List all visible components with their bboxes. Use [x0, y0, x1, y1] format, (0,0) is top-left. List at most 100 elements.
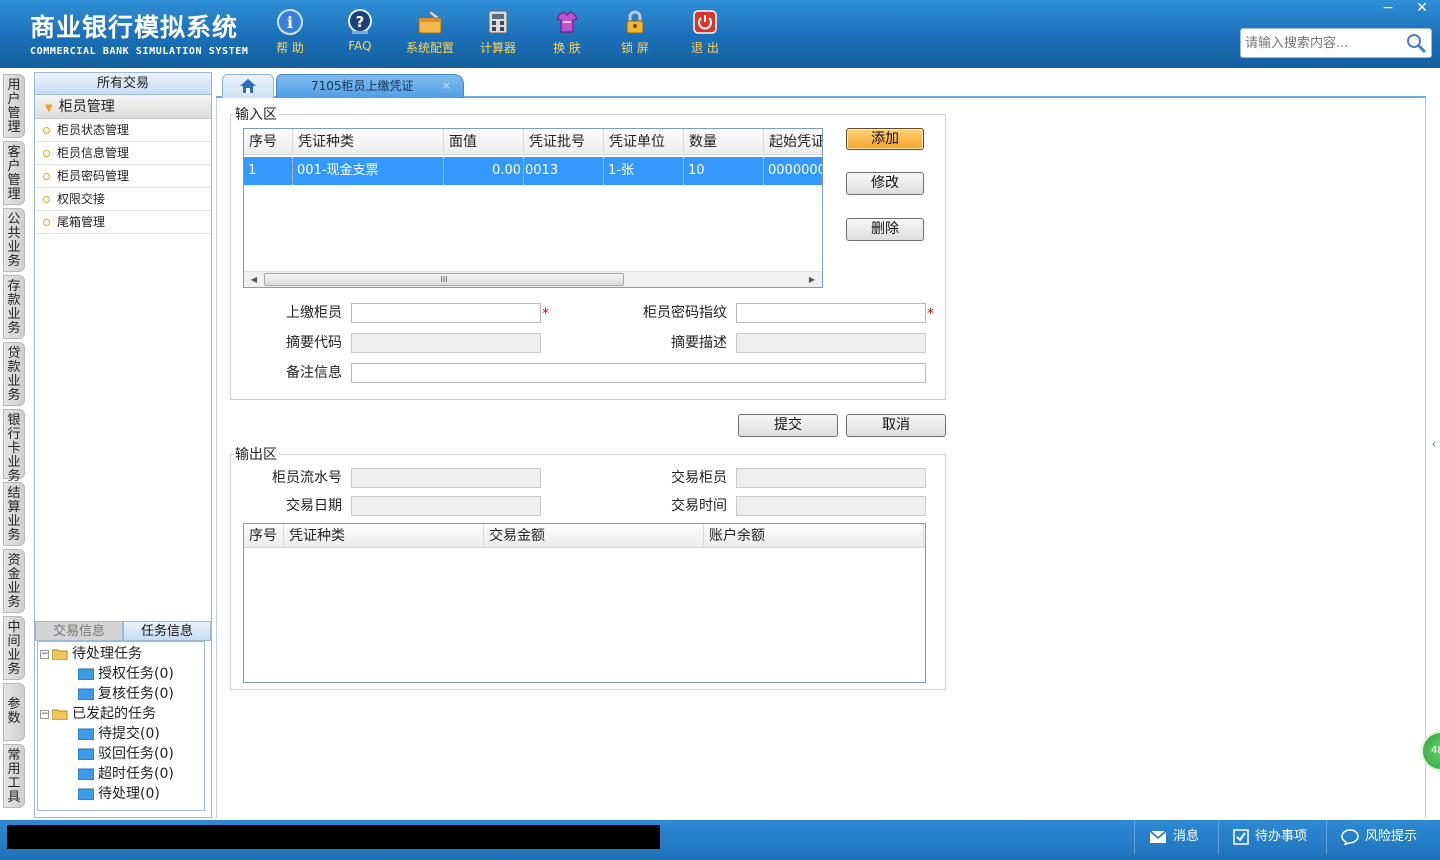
- expand-panel-icon[interactable]: ‹: [1428, 424, 1440, 464]
- col-face-value[interactable]: 面值: [444, 129, 524, 155]
- calculator-button[interactable]: 计算器: [468, 8, 528, 56]
- col-start-voucher[interactable]: 起始凭证: [764, 129, 822, 155]
- scroll-right-icon[interactable]: ▶: [804, 272, 820, 287]
- serial-no-field: [351, 468, 541, 488]
- faq-button[interactable]: ? FAQ: [330, 8, 390, 53]
- menu-item-label: 尾箱管理: [57, 215, 106, 229]
- folder-icon: [78, 748, 94, 760]
- exit-button[interactable]: 退 出: [675, 8, 735, 56]
- collapse-icon[interactable]: −: [40, 649, 49, 659]
- modify-button[interactable]: 修改: [846, 172, 924, 195]
- skin-button[interactable]: 换 肤: [537, 8, 597, 56]
- scroll-left-icon[interactable]: ◀: [246, 272, 262, 287]
- vtab-label: 中间业务: [7, 620, 21, 677]
- minimize-button[interactable]: −: [1372, 0, 1404, 18]
- col-account-balance[interactable]: 账户余额: [704, 524, 924, 548]
- menu-item-tail-box[interactable]: 尾箱管理: [35, 211, 211, 234]
- close-window-button[interactable]: ✕: [1406, 0, 1438, 18]
- skin-label: 换 肤: [553, 41, 581, 55]
- calculator-icon: [488, 10, 508, 34]
- status-risk-alert[interactable]: 风险提示: [1326, 820, 1440, 854]
- vtab-intermediate-business[interactable]: 中间业务: [3, 616, 25, 680]
- faq-label: FAQ: [348, 39, 372, 53]
- col-voucher-type[interactable]: 凭证种类: [284, 524, 484, 548]
- vtab-parameters[interactable]: 参数: [3, 683, 25, 741]
- vtab-public-business[interactable]: 公共业务: [3, 208, 25, 272]
- delete-button[interactable]: 删除: [846, 218, 924, 241]
- status-messages[interactable]: 消息: [1134, 820, 1224, 854]
- vtab-user-management[interactable]: 用户管理: [3, 74, 25, 138]
- task-tabs: 交易信息 任务信息: [35, 621, 211, 641]
- submit-button[interactable]: 提交: [738, 414, 838, 437]
- cell-unit: 1-张: [604, 157, 684, 185]
- tree-label: 待处理任务: [72, 646, 142, 662]
- horizontal-scrollbar[interactable]: ◀ III ▶: [244, 271, 822, 287]
- help-button[interactable]: i 帮 助: [260, 8, 320, 56]
- menu-item-teller-info[interactable]: 柜员信息管理: [35, 142, 211, 165]
- menu-group-teller-management[interactable]: ▼ 柜员管理: [35, 95, 211, 119]
- scroll-thumb[interactable]: III: [264, 273, 624, 286]
- tree-node-initiated[interactable]: − 已发起的任务: [38, 704, 204, 724]
- table-row[interactable]: 1 001-现金支票 0.00 0013 1-张 10 000000000: [244, 157, 822, 185]
- folder-icon: [78, 788, 94, 800]
- tab-7105-teller-voucher[interactable]: 7105柜员上缴凭证 ×: [276, 74, 464, 98]
- col-quantity[interactable]: 数量: [684, 129, 764, 155]
- tree-node-review[interactable]: 复核任务(0): [38, 684, 204, 704]
- tree-node-authorization[interactable]: 授权任务(0): [38, 664, 204, 684]
- search-input[interactable]: [1241, 29, 1401, 57]
- calculator-label: 计算器: [479, 41, 516, 55]
- vtab-customer-management[interactable]: 客户管理: [3, 141, 25, 205]
- remark-label: 备注信息: [286, 365, 342, 381]
- cell-seq: 1: [244, 157, 293, 185]
- config-button[interactable]: 系统配置: [400, 8, 460, 56]
- cell-face-value: 0.00: [444, 157, 524, 185]
- close-tab-icon[interactable]: ×: [442, 75, 451, 97]
- col-seq[interactable]: 序号: [244, 524, 284, 548]
- vtab-label: 用户管理: [7, 78, 21, 135]
- col-unit[interactable]: 凭证单位: [604, 129, 684, 155]
- search-icon[interactable]: [1405, 32, 1427, 54]
- tree-node-to-process[interactable]: 待处理(0): [38, 784, 204, 804]
- remark-field[interactable]: [351, 363, 926, 383]
- tree-node-rejected[interactable]: 驳回任务(0): [38, 744, 204, 764]
- tab-transaction-info[interactable]: 交易信息: [35, 621, 123, 641]
- vtab-common-tools[interactable]: 常用工具: [3, 744, 25, 808]
- bullet-icon: [43, 127, 50, 134]
- tree-label: 授权任务(0): [98, 666, 174, 682]
- app-subtitle: COMMERCIAL BANK SIMULATION SYSTEM: [30, 46, 249, 57]
- password-fingerprint-label: 柜员密码指纹: [643, 305, 727, 321]
- vtab-deposit-business[interactable]: 存款业务: [3, 275, 25, 339]
- cancel-button[interactable]: 取消: [846, 414, 946, 437]
- vtab-label: 参数: [7, 697, 21, 726]
- vtab-loan-business[interactable]: 贷款业务: [3, 342, 25, 406]
- grid-header: 序号 凭证种类 面值 凭证批号 凭证单位 数量 起始凭证: [244, 129, 822, 155]
- vtab-card-business[interactable]: 银行卡业务: [3, 409, 25, 484]
- menu-item-teller-status[interactable]: 柜员状态管理: [35, 119, 211, 142]
- search-box: [1240, 28, 1432, 58]
- summary-desc-field: [736, 333, 926, 353]
- tree-node-timeout[interactable]: 超时任务(0): [38, 764, 204, 784]
- col-seq[interactable]: 序号: [244, 129, 293, 155]
- password-fingerprint-field[interactable]: [736, 303, 926, 323]
- vtab-fund-business[interactable]: 资金业务: [3, 549, 25, 613]
- tab-task-info[interactable]: 任务信息: [123, 621, 211, 641]
- col-voucher-type[interactable]: 凭证种类: [293, 129, 444, 155]
- tree-node-pending[interactable]: − 待处理任务: [38, 644, 204, 664]
- vtab-label: 客户管理: [7, 145, 21, 202]
- teller-label: 上缴柜员: [286, 305, 342, 321]
- vtab-settlement-business[interactable]: 结算业务: [3, 482, 25, 546]
- tab-home[interactable]: [222, 74, 274, 98]
- status-todo[interactable]: 待办事项: [1218, 820, 1324, 854]
- col-trade-amount[interactable]: 交易金额: [484, 524, 704, 548]
- menu-item-permission-handover[interactable]: 权限交接: [35, 188, 211, 211]
- tree-node-to-submit[interactable]: 待提交(0): [38, 724, 204, 744]
- summary-desc-label: 摘要描述: [671, 335, 727, 351]
- teller-field[interactable]: [351, 303, 541, 323]
- output-area-legend: 输出区: [233, 444, 279, 464]
- menu-item-teller-password[interactable]: 柜员密码管理: [35, 165, 211, 188]
- lock-button[interactable]: 锁 屏: [605, 8, 665, 56]
- add-button[interactable]: 添加: [846, 128, 924, 150]
- cell-batch-no: 0013: [524, 157, 604, 185]
- collapse-icon[interactable]: −: [40, 709, 49, 719]
- col-batch-no[interactable]: 凭证批号: [524, 129, 604, 155]
